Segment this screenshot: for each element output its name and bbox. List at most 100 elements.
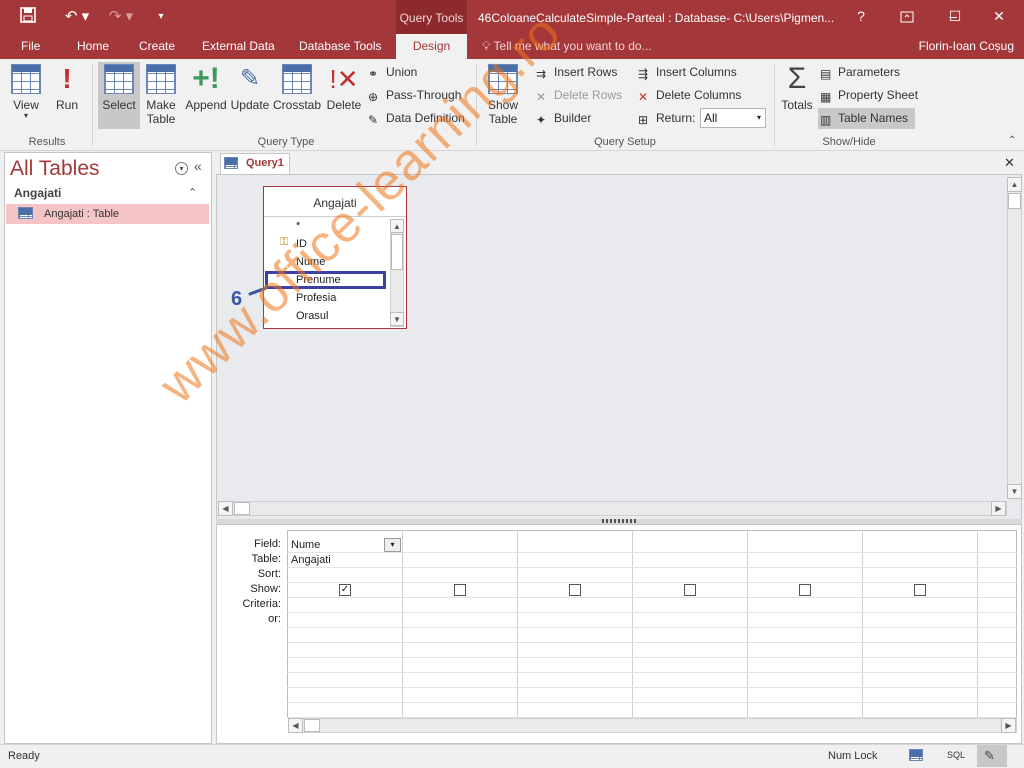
tab-design[interactable]: Design <box>396 34 467 59</box>
delete-rows-button: ✕ Delete Rows <box>536 85 622 105</box>
grid-row-line <box>287 687 1017 688</box>
parameters-button[interactable]: ▤ Parameters <box>820 62 900 82</box>
globe-icon: ⊕ <box>368 90 379 104</box>
vertical-scrollbar[interactable] <box>1007 177 1022 499</box>
delete-columns-icon: ✕ <box>638 90 649 104</box>
tab-file[interactable]: File <box>21 39 40 55</box>
crosstab-button[interactable]: Crosstab <box>273 64 321 112</box>
tab-home[interactable]: Home <box>77 39 109 55</box>
tab-external-data[interactable]: External Data <box>202 39 275 55</box>
insert-columns-button[interactable]: ⇶ Insert Columns <box>638 62 737 82</box>
help-button[interactable]: ? <box>838 0 884 32</box>
navigation-pane <box>4 152 212 744</box>
builder-button[interactable]: ✦ Builder <box>536 108 591 128</box>
view-label: View <box>13 98 39 112</box>
grid-row-line <box>287 702 1017 703</box>
row-label-sort: Sort: <box>257 568 281 580</box>
nav-group-header[interactable]: Angajati <box>14 186 61 200</box>
return-select[interactable]: All ▾ <box>700 108 766 128</box>
row-label-or: or: <box>268 613 281 625</box>
scroll-thumb[interactable] <box>1008 193 1021 209</box>
show-checkbox-6[interactable] <box>914 584 926 596</box>
scroll-left-icon[interactable]: ◀ <box>288 718 303 733</box>
shutter-bar-icon[interactable]: « <box>194 158 202 174</box>
scroll-down-icon[interactable]: ▼ <box>1007 484 1022 499</box>
sql-view-button[interactable]: SQL <box>947 750 965 760</box>
undo-icon[interactable]: ↶ ▾ <box>60 7 94 27</box>
close-document-icon[interactable]: ✕ <box>1004 155 1015 171</box>
customize-toolbar-icon[interactable]: ▾ <box>150 7 172 27</box>
ribbon-display-icon[interactable] <box>884 0 930 32</box>
chevron-down-icon: ▾ <box>23 111 28 120</box>
scroll-down-icon[interactable]: ▼ <box>390 312 404 326</box>
grid-row-line <box>287 672 1017 673</box>
table-names-button[interactable]: ▥ Table Names <box>820 108 908 128</box>
scroll-up-icon[interactable]: ▲ <box>390 219 404 233</box>
scroll-thumb[interactable] <box>304 719 320 732</box>
show-checkbox-3[interactable] <box>569 584 581 596</box>
view-button[interactable]: View ▾ <box>8 64 44 120</box>
grid-column-line <box>517 530 518 718</box>
insert-columns-label: Insert Columns <box>656 65 737 79</box>
run-label: Run <box>55 98 78 112</box>
scroll-right-icon[interactable]: ▶ <box>1001 718 1016 733</box>
horizontal-scrollbar[interactable] <box>218 501 1007 516</box>
select-label: Select <box>102 98 136 112</box>
row-label-criteria: Criteria: <box>242 598 281 610</box>
grid-row-line <box>287 657 1017 658</box>
parameters-icon: ▤ <box>820 67 832 81</box>
insert-columns-icon: ⇶ <box>638 67 649 81</box>
append-label: Append <box>185 98 227 112</box>
results-group-label: Results <box>28 136 66 148</box>
scroll-up-icon[interactable]: ▲ <box>1007 177 1022 192</box>
show-checkbox-5[interactable] <box>799 584 811 596</box>
user-name[interactable]: Florin-Ioan Coșug <box>919 39 1014 53</box>
table-cell-value[interactable]: Angajati <box>291 554 331 566</box>
make-table-label-1: Make <box>146 98 176 112</box>
design-grid[interactable] <box>287 530 1017 718</box>
grid-column-line <box>747 530 748 718</box>
property-sheet-button[interactable]: ▦ Property Sheet <box>820 85 918 105</box>
field-item-orasul[interactable]: Orasul <box>296 310 328 322</box>
show-checkbox-2[interactable] <box>454 584 466 596</box>
update-button[interactable]: ✎ Update <box>230 64 270 112</box>
tab-database-tools[interactable]: Database Tools <box>299 39 382 55</box>
close-button[interactable]: ✕ <box>976 0 1022 32</box>
union-button[interactable]: ⚭ Union <box>368 62 417 82</box>
nav-pane-title[interactable]: All Tables <box>10 157 100 181</box>
splitter-grip[interactable] <box>602 519 638 523</box>
status-ready: Ready <box>8 750 40 762</box>
chevron-down-icon: ▾ <box>756 113 761 122</box>
data-definition-icon: ✎ <box>368 113 379 127</box>
grid-horizontal-scrollbar[interactable] <box>288 718 1017 733</box>
builder-label: Builder <box>554 111 592 125</box>
show-checkbox-1[interactable]: ✓ <box>339 584 351 596</box>
make-table-button[interactable]: Make Table <box>142 64 180 126</box>
datasheet-view-icon[interactable] <box>909 749 923 761</box>
row-label-show: Show: <box>250 583 281 595</box>
run-icon: ! <box>62 63 72 94</box>
insert-rows-label: Insert Rows <box>554 65 618 79</box>
run-button[interactable]: ! Run <box>52 63 82 113</box>
tab-create[interactable]: Create <box>139 39 175 55</box>
field-dropdown-icon[interactable]: ▾ <box>384 538 401 552</box>
scroll-thumb[interactable] <box>391 234 403 270</box>
scroll-thumb[interactable] <box>234 502 250 515</box>
grid-row-line <box>287 552 1017 553</box>
save-icon[interactable] <box>16 7 40 27</box>
scroll-right-icon[interactable]: ▶ <box>991 501 1006 516</box>
select-button[interactable]: Select <box>100 64 138 112</box>
grid-row-line <box>287 597 1017 598</box>
design-view-icon[interactable]: ✎ <box>984 748 995 764</box>
delete-columns-button[interactable]: ✕ Delete Columns <box>638 85 741 105</box>
collapse-group-icon[interactable]: ⌃ <box>188 186 197 199</box>
nav-menu-chevron-icon[interactable]: ▾ <box>175 162 188 175</box>
delete-query-button[interactable]: !✕ Delete <box>325 64 363 112</box>
totals-button[interactable]: Σ Totals <box>779 64 815 113</box>
scroll-left-icon[interactable]: ◀ <box>218 501 233 516</box>
table-names-label: Table Names <box>838 111 909 125</box>
delete-query-icon: !✕ <box>329 64 359 94</box>
collapse-ribbon-icon[interactable]: ⌃ <box>1008 135 1016 146</box>
show-checkbox-4[interactable] <box>684 584 696 596</box>
append-button[interactable]: +! Append <box>184 64 228 113</box>
